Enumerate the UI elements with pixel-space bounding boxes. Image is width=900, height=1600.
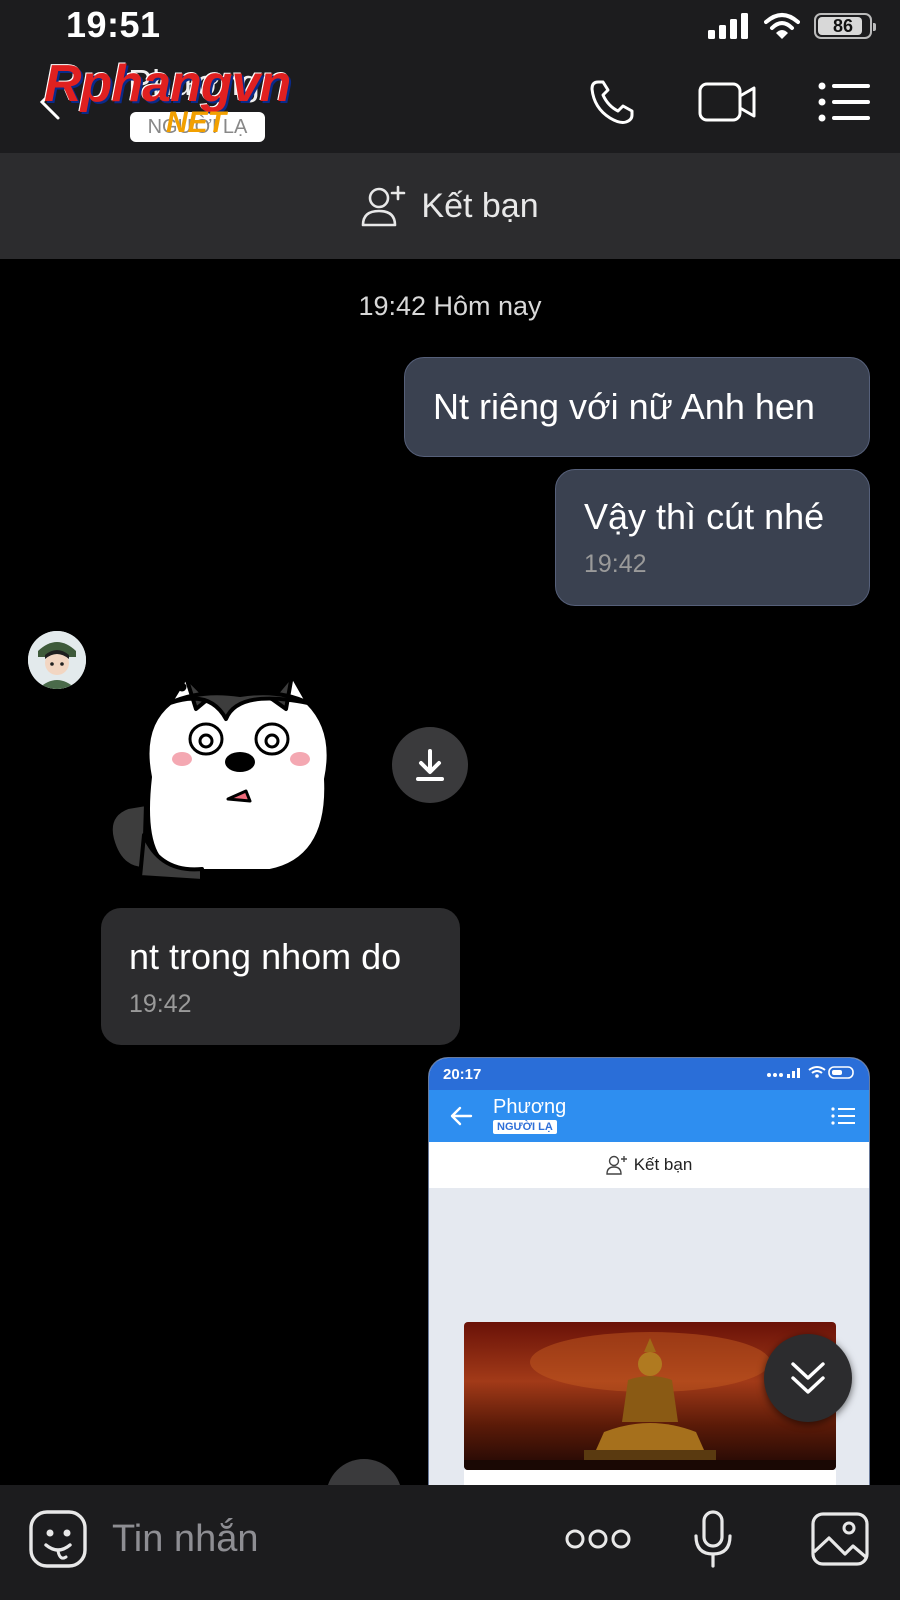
message-text: Vậy thì cút nhé <box>584 496 825 537</box>
preview-status-icons <box>765 1065 855 1083</box>
phone-icon[interactable] <box>582 74 642 130</box>
contact-name[interactable]: Phương <box>128 62 260 104</box>
preview-add-user-icon <box>605 1155 627 1175</box>
preview-back-icon <box>450 1106 473 1126</box>
signal-icon <box>708 13 748 39</box>
preview-badge: NGƯỜI LẠ <box>493 1120 557 1134</box>
message-time: 19:42 <box>129 990 192 1018</box>
add-user-icon <box>362 185 406 227</box>
more-options-icon[interactable] <box>565 1509 631 1569</box>
preview-contact-name: Phương <box>493 1096 567 1118</box>
header-actions <box>582 74 874 130</box>
download-icon <box>416 749 444 781</box>
download-sticker-button[interactable] <box>392 727 468 803</box>
image-picker-icon[interactable] <box>810 1509 870 1569</box>
image-message[interactable]: 20:17 Phương NGƯỜI LẠ Kết bạn <box>428 1057 870 1497</box>
double-chevron-down-icon <box>791 1362 825 1394</box>
wifi-icon <box>764 13 800 39</box>
message-list[interactable]: 19:42 Hôm nay Nt riêng với nữ Anh hen Vậ… <box>0 259 900 1535</box>
composer-bar <box>0 1485 900 1600</box>
preview-friend-label: Kết bạn <box>633 1155 693 1174</box>
back-arrow-icon[interactable] <box>32 82 72 122</box>
preview-status-bar: 20:17 <box>429 1058 869 1090</box>
status-bar: 19:51 86 <box>0 0 900 50</box>
battery-icon: 86 <box>814 13 876 39</box>
scroll-to-bottom-button[interactable] <box>764 1334 852 1422</box>
preview-header: Phương NGƯỜI LẠ <box>429 1090 869 1142</box>
avatar[interactable] <box>28 631 86 689</box>
message-text: Nt riêng với nữ Anh hen <box>433 386 815 427</box>
message-input[interactable] <box>112 1513 532 1565</box>
message-bubble-incoming[interactable]: nt trong nhom do 19:42 <box>101 908 460 1045</box>
chat-header: Phương NGƯỜI LẠ Rphangvn NET <box>0 50 900 153</box>
message-bubble-outgoing[interactable]: Vậy thì cút nhé 19:42 <box>555 469 870 606</box>
husky-sticker[interactable]: ? <box>100 629 360 899</box>
preview-time: 20:17 <box>443 1065 482 1083</box>
video-call-icon[interactable] <box>698 74 758 130</box>
date-separator: 19:42 Hôm nay <box>358 291 542 321</box>
message-text: nt trong nhom do <box>129 936 402 977</box>
message-time: 19:42 <box>584 550 647 578</box>
microphone-icon[interactable] <box>690 1509 736 1569</box>
preview-menu-icon <box>831 1107 855 1125</box>
stranger-badge: NGƯỜI LẠ <box>130 112 265 142</box>
add-friend-button[interactable]: Kết bạn <box>0 153 900 259</box>
status-icons: 86 <box>708 12 876 40</box>
sticker-emoji-icon[interactable] <box>28 1509 88 1569</box>
battery-level: 86 <box>832 15 854 36</box>
preview-add-friend: Kết bạn <box>429 1142 869 1188</box>
message-bubble-outgoing[interactable]: Nt riêng với nữ Anh hen <box>404 357 870 457</box>
add-friend-label: Kết bạn <box>421 186 539 225</box>
status-time: 19:51 <box>66 4 161 45</box>
menu-list-icon[interactable] <box>814 74 874 130</box>
